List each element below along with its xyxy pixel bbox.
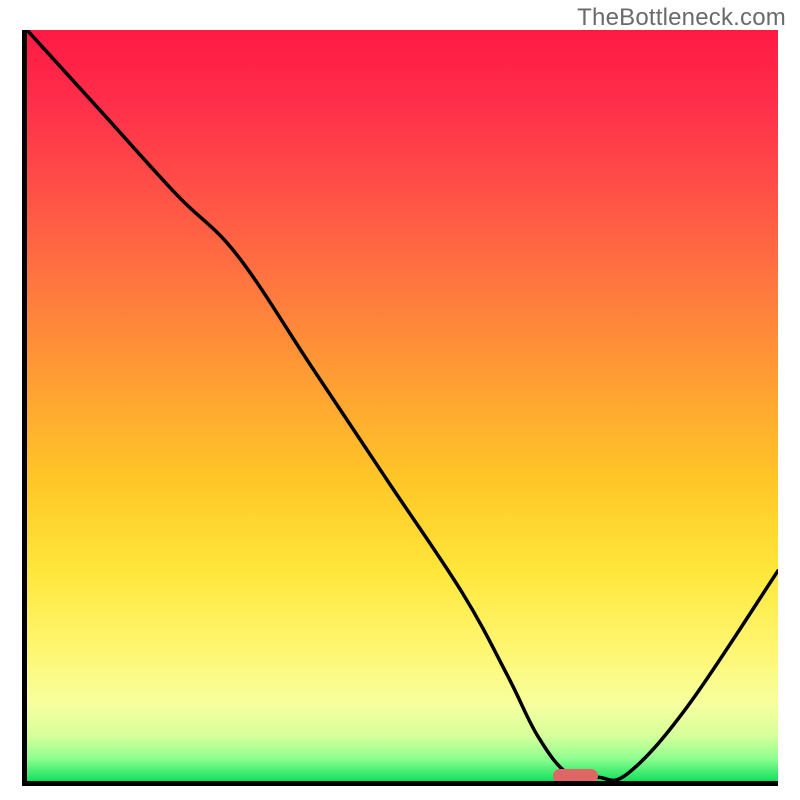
- chart-background: [27, 30, 778, 781]
- watermark-text: TheBottleneck.com: [577, 4, 786, 32]
- chart-svg: [27, 30, 778, 781]
- plot-area: [27, 30, 778, 781]
- optimal-range-marker: [553, 769, 598, 781]
